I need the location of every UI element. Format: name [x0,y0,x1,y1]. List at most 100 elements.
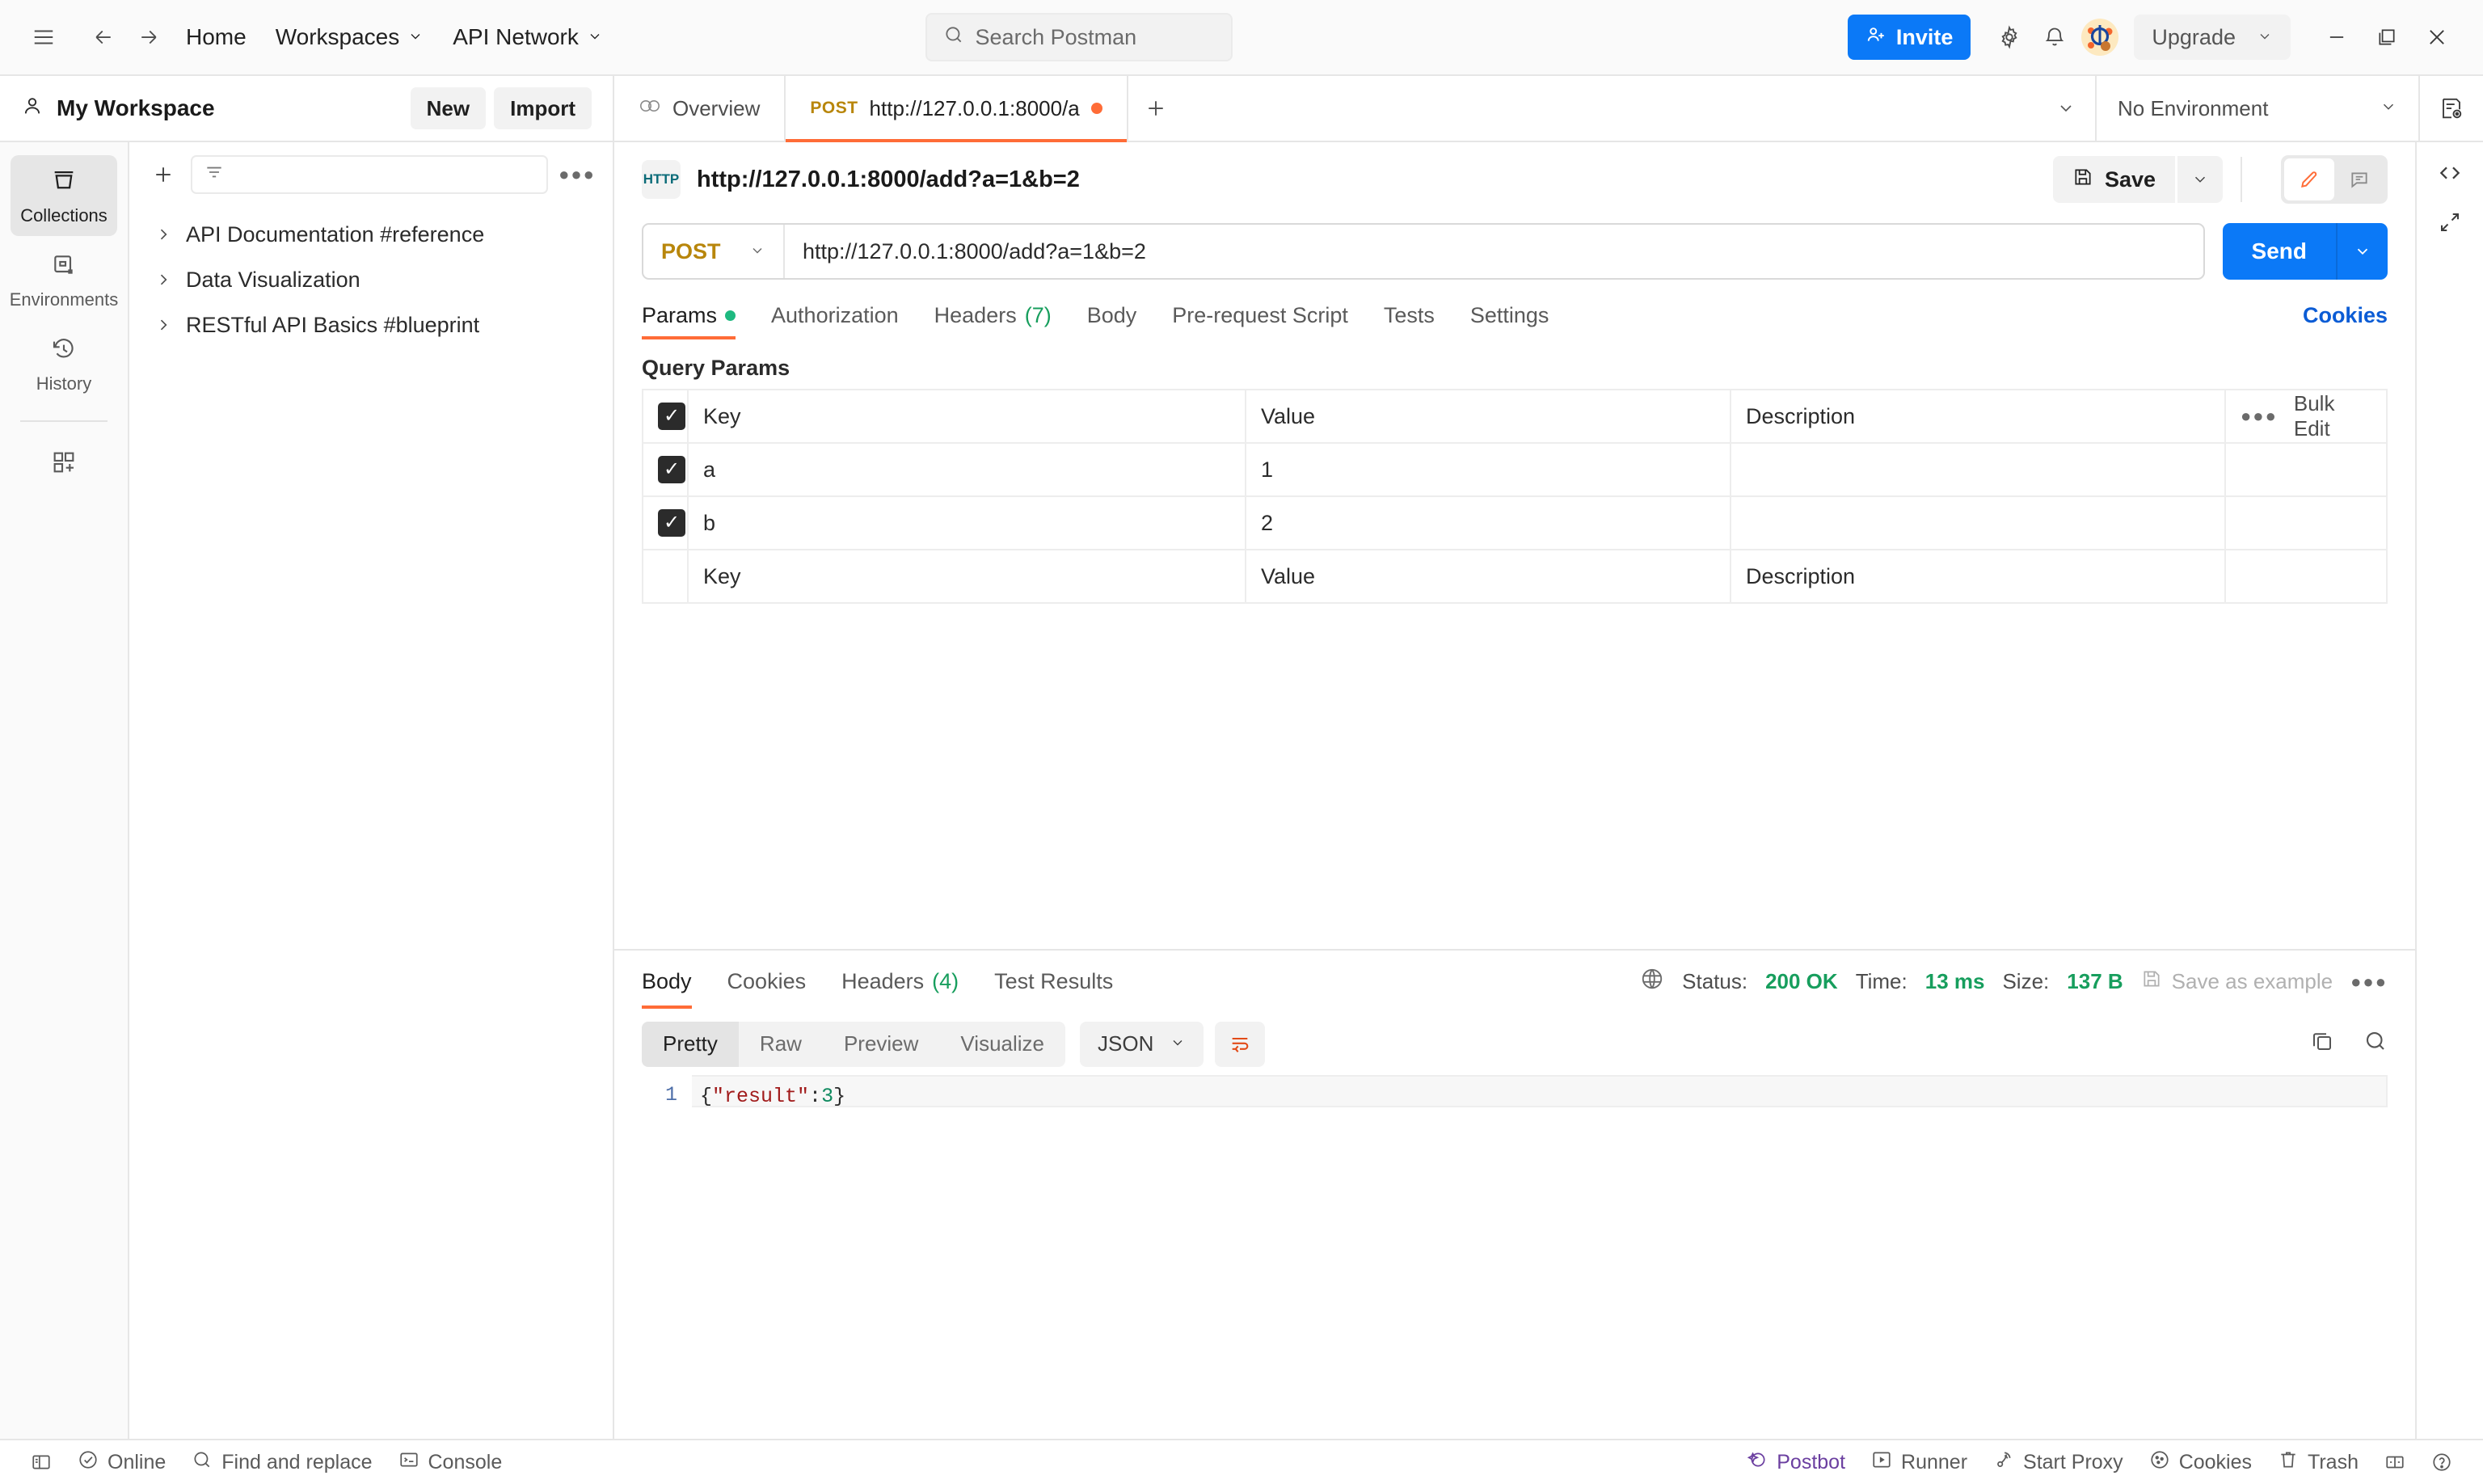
sidebar-item-environments[interactable]: Environments [10,241,118,320]
environment-selector[interactable]: No Environment [2095,76,2418,141]
tab-overview[interactable]: Overview [614,76,784,141]
runner-button[interactable]: Runner [1858,1449,1980,1476]
save-options-chevron-icon[interactable] [2177,156,2223,203]
search-icon[interactable] [2363,1029,2388,1059]
edit-pencil-icon[interactable] [2284,158,2334,200]
chevron-right-icon[interactable] [155,226,171,242]
send-button[interactable]: Send [2222,223,2336,280]
forward-arrow-icon[interactable] [126,15,171,60]
chevron-right-icon[interactable] [155,317,171,333]
param-key-input[interactable]: b [687,495,1246,550]
add-module-button[interactable] [11,438,117,490]
create-new-icon[interactable] [147,162,179,187]
new-param-value-input[interactable]: Value [1245,549,1731,604]
find-and-replace-button[interactable]: Find and replace [179,1449,385,1476]
hamburger-menu-icon[interactable] [21,15,66,60]
sidebar-item-history[interactable]: History [11,325,117,404]
view-raw-button[interactable]: Raw [739,1022,823,1067]
online-status[interactable]: Online [65,1449,179,1476]
back-arrow-icon[interactable] [81,15,126,60]
list-item[interactable]: API Documentation #reference [129,212,613,257]
tab-method-label: POST [810,99,858,117]
tab-response-cookies[interactable]: Cookies [710,951,824,1014]
send-options-chevron-icon[interactable] [2336,223,2388,280]
chevron-right-icon[interactable] [155,272,171,288]
help-icon[interactable] [2418,1452,2465,1473]
upgrade-button[interactable]: Upgrade [2134,15,2291,60]
environment-quick-look-icon[interactable] [2418,76,2483,141]
new-button[interactable]: New [410,87,487,129]
new-tab-button[interactable] [1126,76,1183,141]
http-method-select[interactable]: POST [643,225,785,278]
param-description-input[interactable] [1730,442,2226,497]
cookies-button[interactable]: Cookies [2136,1449,2265,1476]
window-maximize-button[interactable] [2362,15,2412,60]
new-param-key-input[interactable]: Key [687,549,1246,604]
save-button[interactable]: Save [2052,156,2175,203]
import-button[interactable]: Import [494,87,592,129]
expand-collapse-icon[interactable] [2438,210,2462,234]
notifications-bell-icon[interactable] [2032,15,2077,60]
invite-button[interactable]: Invite [1847,15,1971,60]
console-button[interactable]: Console [386,1449,516,1476]
tab-body[interactable]: Body [1069,286,1155,344]
select-all-checkbox[interactable]: ✓ [658,403,685,430]
response-body-line[interactable]: {"result":3} [692,1074,2388,1108]
param-description-input[interactable] [1730,495,2226,550]
home-link[interactable]: Home [171,15,261,60]
tab-settings[interactable]: Settings [1452,286,1567,344]
tab-response-headers[interactable]: Headers (4) [824,951,976,1014]
search-input[interactable]: Search Postman [925,13,1233,61]
window-minimize-button[interactable] [2312,15,2362,60]
code-snippet-icon[interactable] [2437,160,2463,186]
row-checkbox-cell[interactable]: ✓ [642,442,689,497]
tab-tests[interactable]: Tests [1366,286,1452,344]
param-value-input[interactable]: 2 [1245,495,1731,550]
sidebar-filter-input[interactable] [191,155,548,194]
param-value-input[interactable]: 1 [1245,442,1731,497]
response-more-icon[interactable]: ●●● [2350,972,2388,993]
save-as-example-button[interactable]: Save as example [2141,968,2333,995]
sidebar-more-icon[interactable]: ●●● [559,164,595,185]
postbot-button[interactable]: Postbot [1734,1449,1858,1476]
tab-list-chevron-icon[interactable] [2037,99,2095,118]
tab-response-body[interactable]: Body [642,951,710,1014]
response-format-select[interactable]: JSON [1080,1021,1204,1067]
toggle-sidebar-button[interactable] [18,1452,65,1473]
view-visualize-button[interactable]: Visualize [939,1022,1065,1067]
gear-icon[interactable] [1987,15,2032,60]
wrap-lines-icon[interactable] [1215,1021,1266,1067]
api-network-menu[interactable]: API Network [438,15,618,60]
tab-test-results[interactable]: Test Results [976,951,1131,1014]
search-icon [192,1449,213,1476]
param-key-input[interactable]: a [687,442,1246,497]
tab-headers[interactable]: Headers (7) [917,286,1069,344]
trash-button[interactable]: Trash [2265,1449,2371,1476]
row-checkbox[interactable]: ✓ [658,456,685,483]
url-input[interactable]: http://127.0.0.1:8000/add?a=1&b=2 [785,239,2203,264]
view-preview-button[interactable]: Preview [823,1022,939,1067]
cookies-link[interactable]: Cookies [2303,303,2388,328]
new-param-description-input[interactable]: Description [1730,549,2226,604]
window-close-button[interactable] [2412,15,2462,60]
list-item[interactable]: Data Visualization [129,257,613,302]
table-more-icon[interactable]: ●●● [2241,406,2278,427]
avatar[interactable] [2077,15,2123,60]
tab-pre-request-script[interactable]: Pre-request Script [1154,286,1366,344]
comment-icon[interactable] [2334,158,2384,200]
select-all-checkbox-cell[interactable]: ✓ [642,389,689,444]
row-checkbox[interactable]: ✓ [658,509,685,537]
tab-authorization[interactable]: Authorization [753,286,917,344]
row-checkbox-cell[interactable]: ✓ [642,495,689,550]
start-proxy-button[interactable]: Start Proxy [1980,1449,2136,1476]
list-item[interactable]: RESTful API Basics #blueprint [129,302,613,348]
copy-icon[interactable] [2310,1029,2334,1059]
bulk-edit-button[interactable]: Bulk Edit [2294,391,2371,441]
workspaces-menu[interactable]: Workspaces [261,15,439,60]
tab-params[interactable]: Params [642,286,753,344]
two-pane-layout-icon[interactable] [2371,1452,2418,1473]
tab-request-post[interactable]: POST http://127.0.0.1:8000/a [784,76,1128,142]
view-pretty-button[interactable]: Pretty [642,1021,739,1067]
sidebar-item-collections[interactable]: Collections [11,155,117,236]
globe-icon[interactable] [1640,967,1664,997]
